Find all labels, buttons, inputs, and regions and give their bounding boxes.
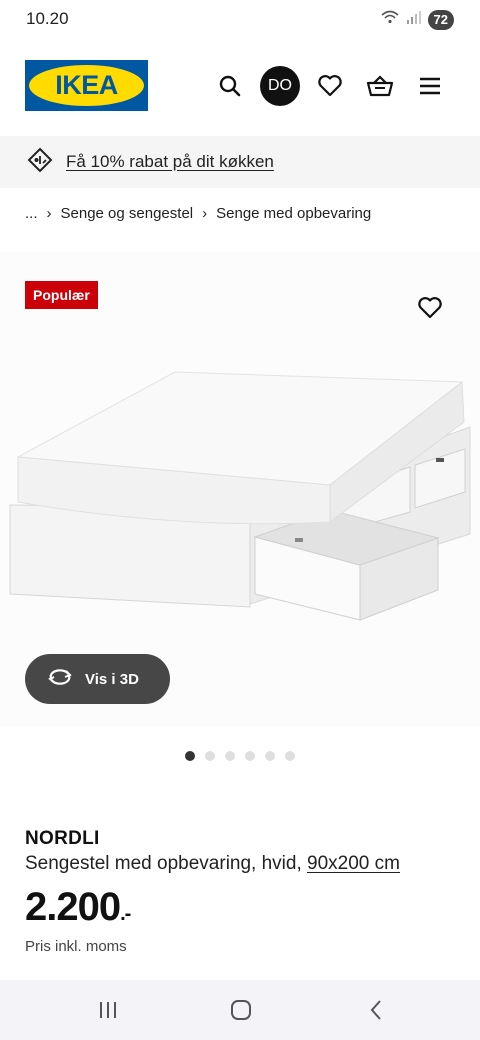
breadcrumb-item-senge-med-opbevaring[interactable]: Senge med opbevaring [216, 205, 371, 222]
favourite-heart-icon[interactable] [414, 292, 446, 324]
chevron-right-icon: › [46, 205, 52, 222]
view-in-3d-label: Vis i 3D [85, 670, 139, 688]
product-price: 2.200.- [25, 885, 131, 930]
account-avatar[interactable]: DO [260, 66, 300, 106]
status-icons: 72 [380, 9, 454, 30]
status-time: 10.20 [26, 9, 69, 28]
header: IKEA DO [0, 56, 480, 116]
promo-banner[interactable]: Få 10% rabat på dit køkken [0, 136, 480, 188]
logo-text: IKEA [55, 70, 118, 100]
carousel-dot[interactable] [245, 751, 255, 761]
menu-icon[interactable] [410, 66, 450, 106]
basket-icon[interactable] [360, 66, 400, 106]
status-bar: 10.20 72 [0, 0, 480, 40]
product-image-gallery[interactable]: Populær Vis i 3D [0, 252, 480, 727]
wifi-icon [380, 9, 400, 30]
rotate-3d-icon [47, 667, 73, 692]
product-size-link[interactable]: 90x200 cm [307, 853, 400, 874]
view-in-3d-button[interactable]: Vis i 3D [25, 654, 170, 704]
price-value: 2.200 [25, 885, 121, 929]
chevron-right-icon: › [202, 205, 208, 222]
carousel-dot[interactable] [285, 751, 295, 761]
system-navigation-bar [0, 980, 480, 1040]
back-icon[interactable] [356, 995, 396, 1025]
ikea-logo[interactable]: IKEA [25, 60, 148, 111]
breadcrumb-ellipsis[interactable]: ... [25, 205, 38, 222]
carousel-dot[interactable] [265, 751, 275, 761]
product-description: Sengestel med opbevaring, hvid, 90x200 c… [25, 853, 400, 875]
carousel-dots [185, 751, 295, 761]
recent-apps-icon[interactable] [88, 995, 128, 1025]
promo-link[interactable]: Få 10% rabat på dit køkken [66, 152, 274, 172]
product-name: NORDLI [25, 828, 100, 849]
battery-indicator: 72 [427, 9, 454, 30]
search-icon[interactable] [210, 66, 250, 106]
product-image-bed [9, 371, 471, 621]
carousel-dot[interactable] [225, 751, 235, 761]
discount-tag-icon [26, 146, 54, 179]
price-suffix: .- [120, 903, 131, 925]
breadcrumb: ... › Senge og sengestel › Senge med opb… [25, 205, 371, 222]
signal-icon [406, 10, 422, 29]
carousel-dot[interactable] [185, 751, 195, 761]
logo-oval: IKEA [29, 65, 144, 106]
product-description-text: Sengestel med opbevaring, hvid, [25, 853, 308, 874]
carousel-dot[interactable] [205, 751, 215, 761]
home-icon[interactable] [221, 995, 261, 1025]
popular-badge: Populær [25, 281, 98, 309]
price-note: Pris inkl. moms [25, 938, 127, 955]
heart-icon[interactable] [310, 66, 350, 106]
breadcrumb-item-senge-og-sengestel[interactable]: Senge og sengestel [61, 205, 194, 222]
